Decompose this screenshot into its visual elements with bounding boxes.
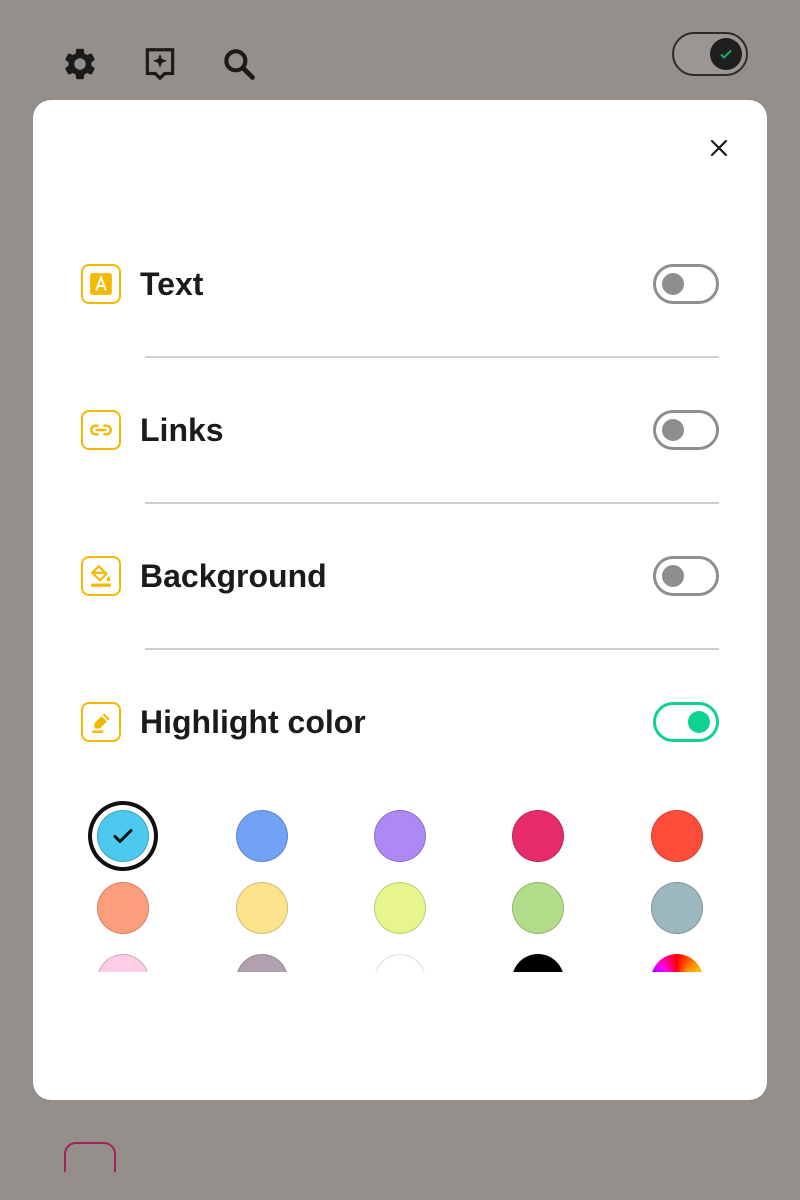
color-swatch[interactable]	[512, 882, 564, 934]
color-swatch[interactable]	[374, 810, 426, 862]
row-links: Links	[81, 405, 719, 455]
row-label: Background	[140, 557, 327, 594]
color-swatch[interactable]	[97, 882, 149, 934]
highlighter-icon	[81, 702, 121, 742]
color-swatch[interactable]	[97, 954, 149, 972]
close-icon[interactable]	[699, 128, 739, 168]
dark-mode-toggle[interactable]	[672, 32, 748, 76]
row-highlight-color: Highlight color	[81, 697, 719, 747]
divider	[145, 356, 719, 358]
color-swatch[interactable]	[512, 810, 564, 862]
row-text: Text	[81, 259, 719, 309]
background-toggle[interactable]	[653, 556, 719, 596]
row-label: Links	[140, 411, 224, 448]
text-a-icon	[81, 264, 121, 304]
row-label: Highlight color	[140, 703, 366, 740]
links-toggle[interactable]	[653, 410, 719, 450]
color-swatch[interactable]	[236, 810, 288, 862]
divider	[145, 502, 719, 504]
background-tab-outline	[64, 1142, 116, 1172]
check-icon	[710, 38, 742, 70]
color-swatch[interactable]	[236, 954, 288, 972]
color-swatch[interactable]	[512, 954, 564, 972]
color-swatch[interactable]	[374, 954, 426, 972]
color-swatch[interactable]	[651, 810, 703, 862]
color-swatch[interactable]	[97, 810, 149, 862]
color-swatch[interactable]	[236, 882, 288, 934]
divider	[145, 648, 719, 650]
text-toggle[interactable]	[653, 264, 719, 304]
highlight-color-toggle[interactable]	[653, 702, 719, 742]
settings-panel: Text Links Background Highlight color	[33, 100, 767, 1100]
color-swatch-grid	[81, 800, 721, 972]
gear-icon[interactable]	[60, 44, 100, 84]
row-background: Background	[81, 551, 719, 601]
sparkle-icon[interactable]	[140, 44, 180, 84]
search-icon[interactable]	[219, 44, 259, 84]
color-swatch[interactable]	[651, 882, 703, 934]
color-swatch-rainbow[interactable]	[651, 954, 703, 972]
paint-bucket-icon	[81, 556, 121, 596]
row-label: Text	[140, 265, 204, 302]
color-swatch[interactable]	[374, 882, 426, 934]
link-icon	[81, 410, 121, 450]
check-icon	[113, 829, 133, 843]
